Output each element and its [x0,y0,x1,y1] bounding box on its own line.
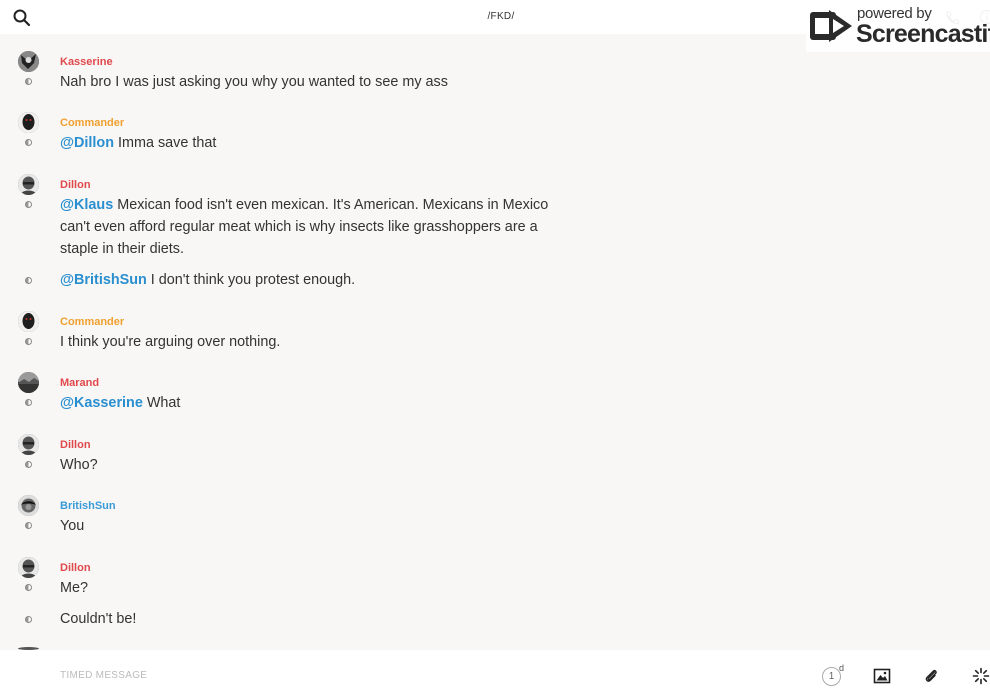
status-indicator [25,78,32,85]
message-text: Nah bro I was just asking you why you wa… [60,71,550,93]
message-author[interactable]: Dillon [60,562,91,574]
avatar-dillon[interactable] [18,434,39,455]
message-author[interactable]: Commander [60,316,124,328]
message-author[interactable]: Commander [60,117,124,129]
message-text: @Klaus Mexican food isn't even mexican. … [60,194,550,260]
status-indicator [25,461,32,468]
message-text: @Kasserine What [60,392,550,414]
message-body: Mexican food isn't even mexican. It's Am… [60,197,549,257]
mention-link[interactable]: @Kasserine [60,395,143,411]
timer-unit: d [839,663,845,673]
avatar-marand[interactable] [18,372,39,393]
mention-link[interactable]: @Dillon [60,135,114,151]
avatar-dillon[interactable] [18,557,39,578]
mention-link[interactable]: @Klaus [60,197,113,213]
message-text: Who? [60,454,550,476]
message-text: @BritishSun I don't think you protest en… [60,269,550,291]
message-body: I don't think you protest enough. [146,272,356,288]
status-indicator [25,139,32,146]
message-body: You [60,518,85,534]
message-text: Me? [60,577,550,599]
message-list: Kasserine Nah bro I was just asking you … [0,34,990,650]
message-author[interactable]: Marand [60,377,99,389]
message-body: I think you're arguing over nothing. [60,334,281,350]
message-body: Nah bro I was just asking you why you wa… [60,74,448,90]
message-author[interactable]: Kasserine [60,56,113,68]
message-text: Couldn't be! [60,608,550,630]
status-indicator [25,399,32,406]
sparkle-icon[interactable] [972,667,990,685]
message-body: Who? [60,457,98,473]
status-indicator [25,616,32,623]
message-input[interactable] [60,662,760,688]
avatar-britishsun[interactable] [18,495,39,516]
avatar-commander[interactable] [18,311,39,332]
timer-button[interactable]: 1 d [822,663,846,687]
message-author[interactable]: Dillon [60,439,91,451]
status-indicator [25,277,32,284]
status-indicator [25,201,32,208]
avatar-dillon[interactable] [18,174,39,195]
message-text: @Dillon Imma save that [60,132,550,154]
message-body: What [142,395,181,411]
status-indicator [25,584,32,591]
avatar-commander[interactable] [18,112,39,133]
message-author[interactable]: Dillon [60,179,91,191]
image-icon[interactable] [873,667,891,685]
message-text: I think you're arguing over nothing. [60,331,550,353]
composer-bar: 1 d [0,650,990,700]
avatar-kasserine[interactable] [18,51,39,72]
message-author[interactable]: BritishSun [60,500,116,512]
message-body: Couldn't be! [60,611,137,627]
message-body: Me? [60,580,88,596]
message-text: You [60,515,550,537]
paperclip-icon[interactable] [922,667,940,685]
status-indicator [25,338,32,345]
status-indicator [25,522,32,529]
mention-link[interactable]: @BritishSun [60,272,147,288]
message-body: Imma save that [114,135,217,151]
